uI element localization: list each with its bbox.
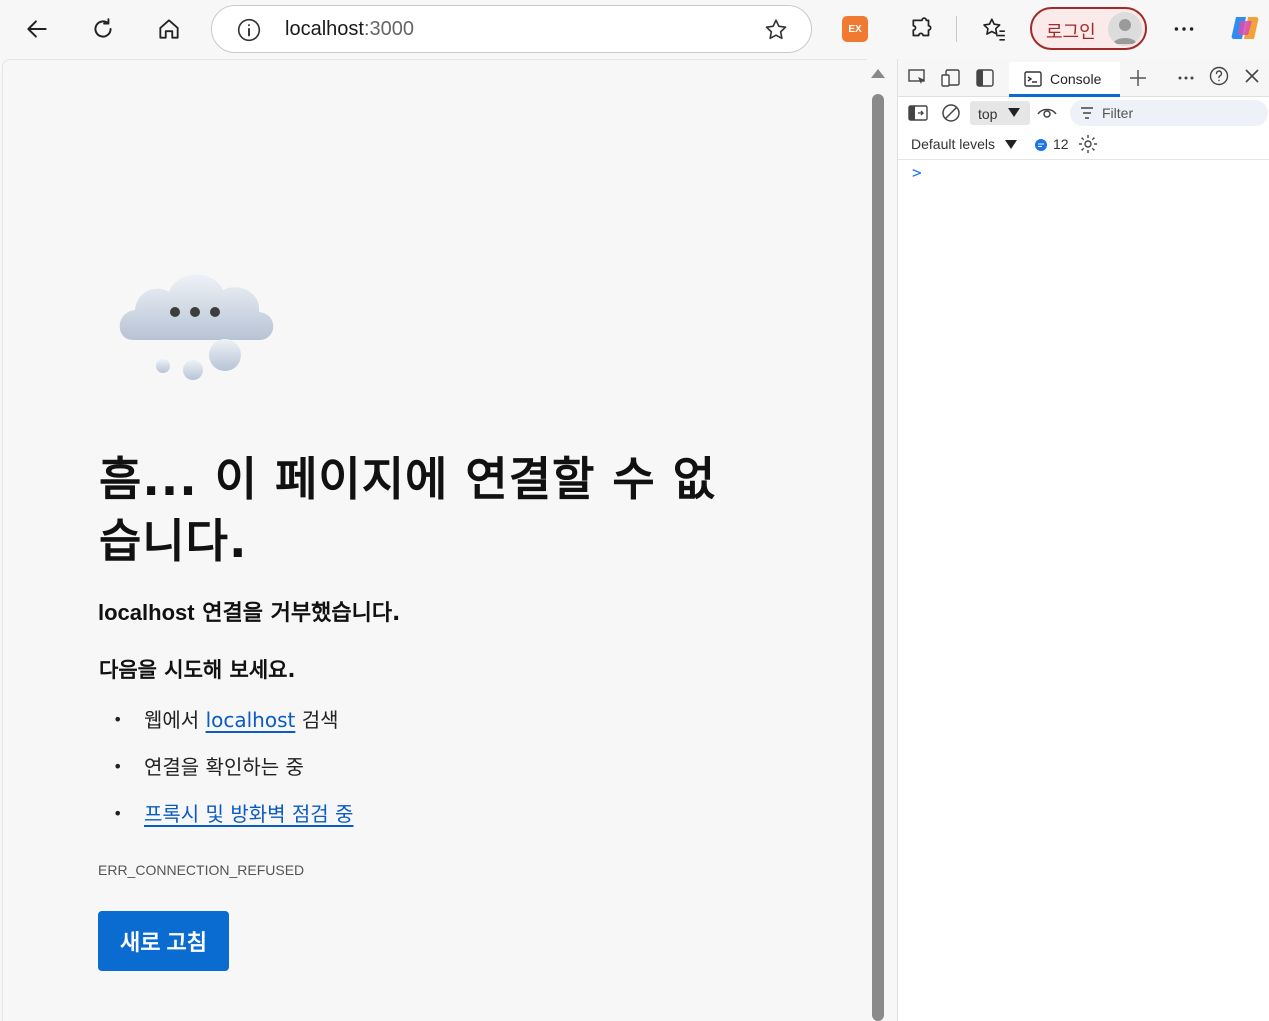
list-item: 프록시 및 방화벽 점검 중 (113, 794, 353, 841)
home-button[interactable] (149, 9, 189, 49)
subheading-host: localhost (98, 600, 195, 625)
info-icon[interactable] (236, 17, 262, 43)
page-scrollbar[interactable] (867, 59, 893, 1021)
toolbar-divider (956, 16, 957, 42)
more-horizontal-icon (1174, 27, 1194, 31)
clear-console-icon[interactable] (940, 102, 962, 124)
try-heading: 다음을 시도해 보세요. (99, 658, 296, 682)
page-viewport: 흠... 이 페이지에 연결할 수 없습니다. localhost 연결을 거부… (2, 59, 867, 1021)
log-levels-label: Default levels (911, 136, 996, 152)
tab-console-label: Console (1050, 71, 1102, 87)
url-port: :3000 (363, 18, 414, 40)
filter-placeholder: Filter (1102, 105, 1134, 121)
console-toolbar: top Filter (898, 97, 1269, 129)
cloud-thinking-icon (119, 274, 274, 380)
refresh-icon (94, 18, 112, 38)
context-label: top (978, 106, 998, 122)
back-button[interactable] (17, 9, 57, 49)
reload-button[interactable]: 새로 고침 (98, 911, 229, 971)
console-filter-input[interactable]: Filter (1070, 100, 1268, 126)
devtools-panel: Console top Filter Default levels 12 > (897, 59, 1269, 1021)
dropdown-arrow-icon (1008, 108, 1020, 117)
help-icon[interactable] (1208, 65, 1230, 87)
proxy-firewall-link[interactable]: 프록시 및 방화벽 점검 중 (144, 802, 353, 826)
url-text: localhost:3000 (285, 18, 414, 41)
context-selector[interactable]: top (970, 101, 1030, 125)
list-item: 웹에서 localhost 검색 (113, 700, 353, 747)
favorite-star-icon[interactable] (763, 17, 789, 43)
login-label: 로그인 (1046, 22, 1096, 43)
search-localhost-link[interactable]: localhost (206, 708, 296, 732)
subheading-text: 연결을 거부했습니다. (194, 601, 401, 626)
settings-more-button[interactable] (1164, 9, 1204, 49)
devtools-tab-bar: Console (898, 59, 1269, 97)
user-avatar-icon (1113, 19, 1137, 44)
scroll-up-arrow-icon[interactable] (871, 69, 885, 78)
suggestion-text: 연결을 확인하는 중 (144, 755, 304, 779)
avatar (1108, 12, 1142, 46)
filter-icon (1081, 107, 1093, 119)
suggestion-text: 검색 (295, 708, 339, 732)
arrow-left-icon (27, 20, 47, 38)
message-bubble-icon (1035, 139, 1047, 151)
list-item: 연결을 확인하는 중 (113, 747, 353, 794)
console-prompt[interactable]: > (912, 163, 922, 182)
more-tools-icon[interactable] (1175, 67, 1197, 89)
suggestion-list: 웹에서 localhost 검색 연결을 확인하는 중 프록시 및 방화벽 점검… (113, 700, 353, 841)
dropdown-arrow-icon (1004, 140, 1017, 150)
scrollbar-thumb[interactable] (872, 94, 884, 1021)
address-bar[interactable]: localhost:3000 (211, 5, 812, 53)
console-settings-gear-icon[interactable] (1077, 133, 1099, 155)
inspect-element-icon[interactable] (907, 67, 929, 89)
puzzle-icon (912, 17, 932, 37)
browser-toolbar: localhost:3000 EX 로그인 (0, 0, 1269, 58)
extension-ex-icon[interactable]: EX (842, 16, 868, 42)
extensions-button[interactable] (902, 9, 942, 49)
device-emulation-icon[interactable] (940, 67, 962, 89)
message-count-badge[interactable]: 12 (1053, 136, 1069, 152)
error-subheading: localhost 연결을 거부했습니다. (98, 595, 400, 627)
live-expression-eye-icon[interactable] (1036, 102, 1058, 124)
close-icon[interactable] (1241, 65, 1263, 87)
sidebar-toggle-icon[interactable] (907, 102, 929, 124)
profile-login-button[interactable]: 로그인 (1030, 7, 1147, 50)
add-tab-icon[interactable] (1127, 67, 1149, 89)
favorites-list-icon (983, 18, 1005, 41)
dock-side-icon[interactable] (974, 67, 996, 89)
tab-console[interactable]: Console (1009, 62, 1120, 97)
console-icon (1024, 71, 1042, 87)
home-icon (159, 19, 179, 39)
page-title: 흠... 이 페이지에 연결할 수 없습니다. (99, 452, 717, 568)
copilot-icon[interactable] (1228, 11, 1262, 45)
log-levels-dropdown[interactable]: Default levels (911, 136, 1017, 152)
console-levels-bar: Default levels 12 (898, 129, 1269, 160)
error-code: ERR_CONNECTION_REFUSED (98, 862, 305, 878)
refresh-button[interactable] (83, 9, 123, 49)
suggestion-text: 웹에서 (144, 708, 206, 732)
url-host: localhost (285, 18, 364, 40)
favorites-button[interactable] (974, 9, 1014, 49)
